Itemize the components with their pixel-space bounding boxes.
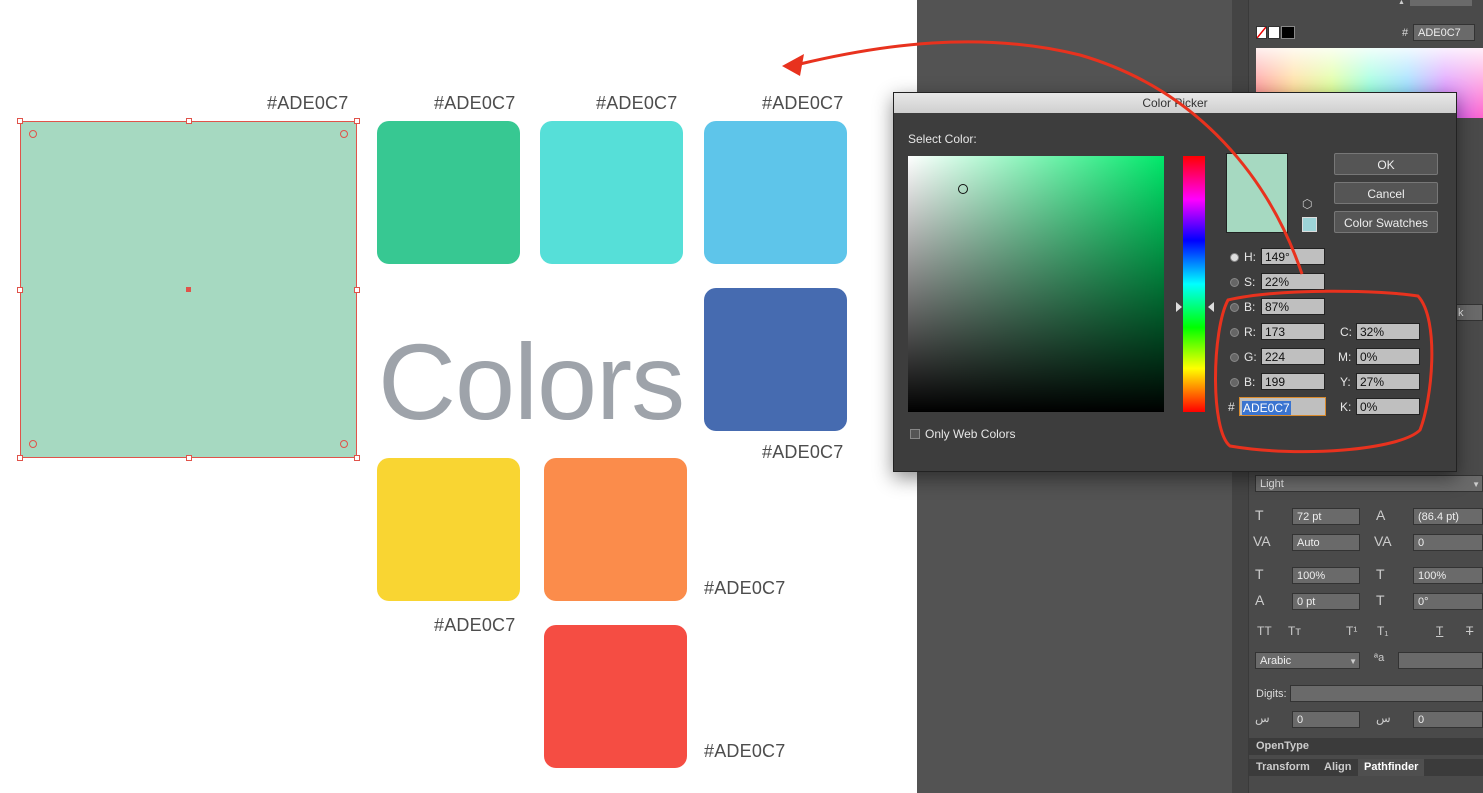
annotation-arrow: [799, 40, 1304, 275]
annotation-overlay: [782, 40, 1434, 454]
arrowhead-icon: [782, 54, 804, 76]
annotation-circle: [1214, 289, 1434, 454]
